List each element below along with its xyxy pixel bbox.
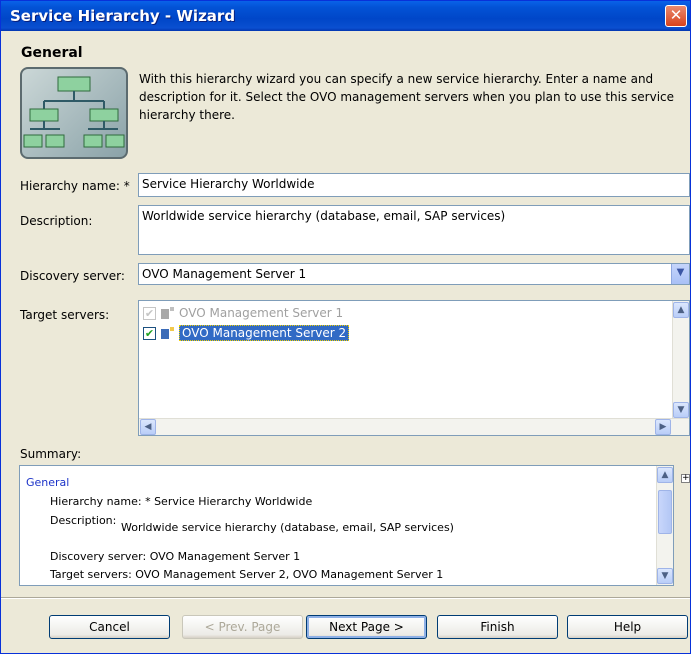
- title-bar[interactable]: Service Hierarchy - Wizard ✕: [1, 1, 690, 31]
- discovery-server-label: Discovery server:: [20, 269, 125, 283]
- summary-section-title: General: [26, 476, 70, 489]
- cancel-button[interactable]: Cancel: [49, 615, 170, 639]
- scroll-left-icon[interactable]: ◀: [140, 419, 156, 435]
- separator: [1, 597, 690, 599]
- checkbox-server-1: ✔: [143, 306, 156, 320]
- summary-hierarchy-name-value: Service Hierarchy Worldwide: [154, 495, 313, 508]
- summary-discovery-server-value: OVO Management Server 1: [149, 550, 301, 563]
- help-button[interactable]: Help: [567, 615, 688, 639]
- section-heading: General: [21, 45, 83, 61]
- horizontal-scrollbar[interactable]: ◀ ▶: [139, 418, 689, 435]
- target-server-label-2: OVO Management Server 2: [179, 325, 350, 341]
- checkbox-server-2[interactable]: ✔: [143, 326, 156, 340]
- expand-icon[interactable]: +: [681, 474, 690, 483]
- chevron-down-icon[interactable]: ▼: [671, 264, 689, 284]
- scroll-up-icon[interactable]: ▲: [673, 302, 689, 318]
- close-button[interactable]: ✕: [665, 5, 687, 27]
- target-server-label-1: OVO Management Server 1: [179, 306, 344, 320]
- vertical-scrollbar[interactable]: ▲ ▼: [672, 301, 689, 419]
- summary-target-servers-label: Target servers:: [50, 568, 132, 581]
- target-servers-list[interactable]: ✔ OVO Management Server 1 ✔ OVO Manageme…: [138, 300, 690, 436]
- discovery-server-value: OVO Management Server 1: [142, 267, 307, 281]
- scroll-down-icon[interactable]: ▼: [657, 568, 673, 584]
- finish-button[interactable]: Finish: [437, 615, 558, 639]
- scroll-thumb[interactable]: [658, 490, 672, 534]
- target-server-item-2[interactable]: ✔ OVO Management Server 2: [143, 324, 350, 342]
- server-icon: [161, 307, 174, 319]
- summary-target-servers-row: Target servers: OVO Management Server 2,…: [50, 568, 443, 581]
- target-servers-label: Target servers:: [20, 308, 110, 322]
- scroll-down-icon[interactable]: ▼: [673, 402, 689, 418]
- summary-label: Summary:: [20, 447, 82, 461]
- scroll-up-icon[interactable]: ▲: [657, 467, 673, 483]
- summary-panel: General Hierarchy name: * Service Hierar…: [19, 465, 674, 586]
- description-textarea[interactable]: Worldwide service hierarchy (database, e…: [138, 205, 690, 255]
- discovery-server-select[interactable]: OVO Management Server 1 ▼: [138, 263, 690, 285]
- summary-hierarchy-name-label: Hierarchy name: *: [50, 495, 151, 508]
- summary-description-value: Worldwide service hierarchy (database, e…: [121, 521, 454, 534]
- target-server-item-1[interactable]: ✔ OVO Management Server 1: [143, 304, 343, 322]
- intro-text: With this hierarchy wizard you can speci…: [139, 72, 675, 122]
- wizard-window: Service Hierarchy - Wizard ✕ General Wit…: [0, 0, 691, 654]
- summary-discovery-server-row: Discovery server: OVO Management Server …: [50, 550, 300, 563]
- next-page-button[interactable]: Next Page >: [306, 615, 427, 639]
- summary-target-servers-value: OVO Management Server 2, OVO Management …: [135, 568, 444, 581]
- hierarchy-name-label: Hierarchy name: *: [20, 179, 130, 193]
- summary-description-label: Description:: [50, 514, 117, 527]
- server-icon: [161, 327, 174, 339]
- scroll-right-icon[interactable]: ▶: [655, 419, 671, 435]
- summary-hierarchy-name-row: Hierarchy name: * Service Hierarchy Worl…: [50, 495, 312, 508]
- description-label: Description:: [20, 214, 93, 228]
- prev-page-button[interactable]: < Prev. Page: [182, 615, 303, 639]
- hierarchy-name-input[interactable]: Service Hierarchy Worldwide: [138, 173, 690, 197]
- summary-discovery-server-label: Discovery server:: [50, 550, 147, 563]
- summary-vertical-scrollbar[interactable]: ▲ ▼: [656, 466, 673, 585]
- window-title: Service Hierarchy - Wizard: [10, 7, 236, 25]
- hierarchy-wizard-icon: [20, 67, 128, 159]
